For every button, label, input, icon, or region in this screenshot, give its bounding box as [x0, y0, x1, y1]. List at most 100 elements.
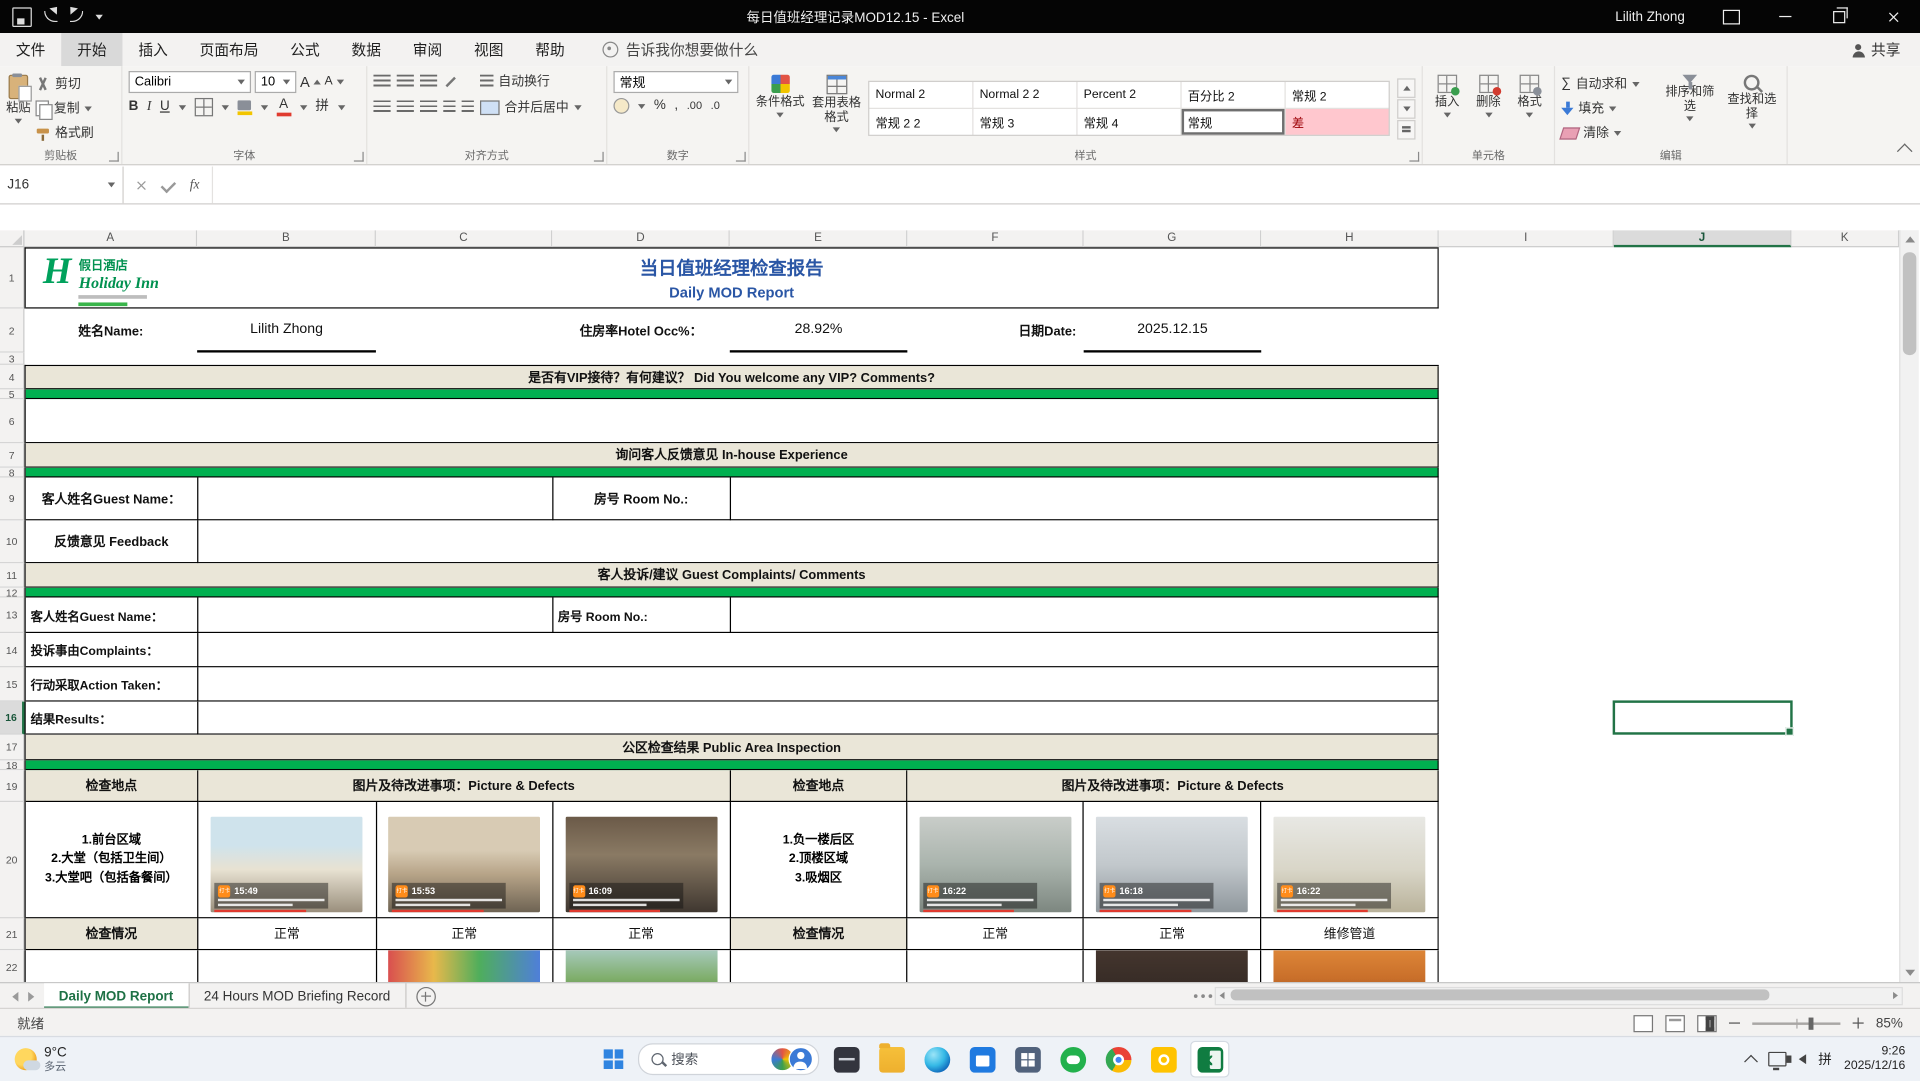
sheet-nav-next-icon[interactable] — [28, 991, 34, 1001]
font-color-button[interactable]: A — [276, 98, 291, 116]
row-header-9[interactable]: 9 — [0, 478, 24, 521]
hidden-icons-icon[interactable] — [1744, 1054, 1758, 1068]
cell-photo-2[interactable]: 打卡15:53 — [377, 802, 553, 918]
cell-name-value[interactable]: Lilith Zhong — [197, 309, 376, 353]
cell-photo-3[interactable]: 打卡16:09 — [553, 802, 730, 918]
cell-guest-name2-label[interactable]: 客人姓名Guest Name： — [26, 598, 199, 634]
zoom-out-icon[interactable] — [1729, 1022, 1740, 1024]
save-icon[interactable] — [12, 7, 32, 27]
clipboard-dialog-launcher[interactable] — [109, 152, 119, 162]
fill-button[interactable]: 填充 — [1561, 98, 1656, 119]
cell-status-label-left[interactable]: 检查情况 — [26, 918, 199, 950]
underline-button[interactable]: U — [160, 100, 170, 113]
cell-style-3[interactable]: 百分比 2 — [1182, 82, 1285, 108]
cell-results-value[interactable] — [198, 702, 1439, 735]
font-family-select[interactable]: Calibri — [129, 71, 251, 93]
scroll-down-icon[interactable] — [1905, 970, 1915, 976]
cell-left-locations[interactable]: 1.前台区域 2.大堂（包括卫生间） 3.大堂吧（包括备餐间） — [26, 802, 199, 918]
minimize-button[interactable] — [1758, 0, 1812, 33]
alignment-dialog-launcher[interactable] — [594, 152, 604, 162]
taskbar-excel[interactable] — [1190, 1041, 1229, 1078]
cell-room-no2-label[interactable]: 房号 Room No.: — [553, 598, 730, 634]
cell-feedback-value[interactable] — [198, 520, 1439, 563]
sheet-tab-daily-mod-report[interactable]: Daily MOD Report — [44, 983, 189, 1009]
center-button[interactable] — [397, 100, 414, 113]
page-break-view-icon[interactable] — [1697, 1014, 1717, 1031]
row-header-4[interactable]: 4 — [0, 365, 24, 389]
cell-guest-name2-value[interactable] — [198, 598, 553, 634]
column-header-F[interactable]: F — [907, 230, 1083, 247]
row-header-13[interactable]: 13 — [0, 598, 24, 634]
cell-style-8[interactable]: 常规 — [1182, 109, 1285, 135]
inspection-photo-3[interactable]: 打卡16:09 — [565, 816, 717, 912]
row-header-5[interactable]: 5 — [0, 389, 24, 399]
percent-style-button[interactable]: % — [654, 99, 666, 112]
cell-photo-7[interactable] — [377, 950, 553, 982]
middle-align-button[interactable] — [397, 75, 414, 88]
column-header-B[interactable]: B — [197, 230, 376, 247]
merge-center-button[interactable]: 合并后居中 — [480, 97, 581, 118]
wrap-text-button[interactable]: 自动换行 — [480, 71, 550, 92]
format-painter-button[interactable]: 格式刷 — [36, 122, 94, 143]
zoom-slider-thumb[interactable] — [1809, 1017, 1814, 1029]
fill-handle[interactable] — [1785, 727, 1794, 736]
delete-cells-button[interactable]: 删除 — [1470, 71, 1506, 146]
column-header-C[interactable]: C — [376, 230, 552, 247]
accounting-dropdown-icon[interactable] — [638, 103, 645, 108]
cell-name-label[interactable]: 姓名Name: — [24, 309, 197, 353]
volume-icon[interactable] — [1799, 1054, 1806, 1064]
taskbar-calculator[interactable] — [1009, 1042, 1046, 1076]
font-dialog-launcher[interactable] — [354, 152, 364, 162]
taskbar-search-box[interactable]: 搜索 — [638, 1043, 819, 1075]
row-header-21[interactable]: 21 — [0, 918, 24, 950]
row-header-10[interactable]: 10 — [0, 520, 24, 563]
cell-complaints-label[interactable]: 投诉事由Complaints： — [26, 633, 199, 667]
ribbon-display-options-button[interactable] — [1704, 0, 1758, 33]
ribbon-tab-2[interactable]: 插入 — [122, 33, 183, 66]
style-gallery-up-button[interactable] — [1397, 78, 1415, 98]
taskbar-chrome[interactable] — [1100, 1042, 1137, 1076]
bottom-align-button[interactable] — [420, 75, 437, 88]
ribbon-tab-6[interactable]: 审阅 — [397, 33, 458, 66]
grow-font-button[interactable]: A — [300, 75, 310, 90]
section-header-complaints[interactable]: 客人投诉/建议 Guest Complaints/ Comments — [26, 563, 1439, 587]
cell-style-6[interactable]: 常规 3 — [973, 109, 1076, 135]
cell-spacer[interactable] — [1261, 309, 1439, 353]
cell-status-5[interactable]: 正常 — [1084, 918, 1261, 950]
cell-photo-5[interactable]: 打卡16:18 — [1084, 802, 1261, 918]
scroll-up-icon[interactable] — [1905, 236, 1915, 242]
new-sheet-button[interactable] — [416, 986, 436, 1006]
undo-icon[interactable] — [44, 11, 57, 22]
paste-button[interactable]: 粘贴 — [6, 71, 30, 146]
column-header-G[interactable]: G — [1084, 230, 1262, 247]
taskbar-edge[interactable] — [919, 1042, 956, 1076]
format-cells-button[interactable]: 格式 — [1511, 71, 1547, 146]
row-header-19[interactable]: 19 — [0, 770, 24, 802]
cell-photo-10[interactable] — [1261, 950, 1438, 982]
restore-button[interactable] — [1812, 0, 1866, 33]
increase-indent-button[interactable] — [462, 100, 474, 113]
cell-right-locations[interactable]: 1.负一楼后区 2.顶楼区域 3.吸烟区 — [730, 802, 907, 918]
sheet-tab-24-hours-mod-briefing[interactable]: 24 Hours MOD Briefing Record — [189, 983, 406, 1009]
row-header-18[interactable]: 18 — [0, 760, 24, 770]
autosum-dropdown-icon[interactable] — [1632, 81, 1639, 86]
align-left-button[interactable] — [373, 100, 390, 113]
copy-dropdown-icon[interactable] — [84, 106, 91, 111]
phonetic-dropdown-icon[interactable] — [337, 105, 344, 110]
cell-report-header[interactable]: H 假日酒店 Holiday Inn 当日值班经理检查报告 Daily MOD … — [26, 249, 1439, 309]
phonetic-guide-button[interactable]: 拼 — [315, 100, 328, 113]
vertical-scrollbar[interactable] — [1899, 230, 1919, 982]
cell-room-no2-value[interactable] — [730, 598, 1438, 634]
scroll-right-icon[interactable] — [1893, 992, 1898, 999]
cell-date-value[interactable]: 2025.12.15 — [1084, 309, 1262, 353]
column-header-J[interactable]: J — [1614, 230, 1792, 247]
font-color-dropdown-icon[interactable] — [299, 105, 306, 110]
cell-date-label[interactable]: 日期Date: — [907, 309, 1083, 353]
inspection-photo-7[interactable] — [388, 950, 540, 982]
tab-overflow-icon[interactable] — [1194, 994, 1198, 998]
autosum-button[interactable]: ∑自动求和 — [1561, 73, 1656, 94]
fill-dropdown-icon[interactable] — [1609, 106, 1616, 111]
cell-location-header-right[interactable]: 检查地点 — [730, 770, 907, 802]
horizontal-scroll-thumb[interactable] — [1231, 989, 1770, 1000]
clear-dropdown-icon[interactable] — [1614, 130, 1621, 135]
